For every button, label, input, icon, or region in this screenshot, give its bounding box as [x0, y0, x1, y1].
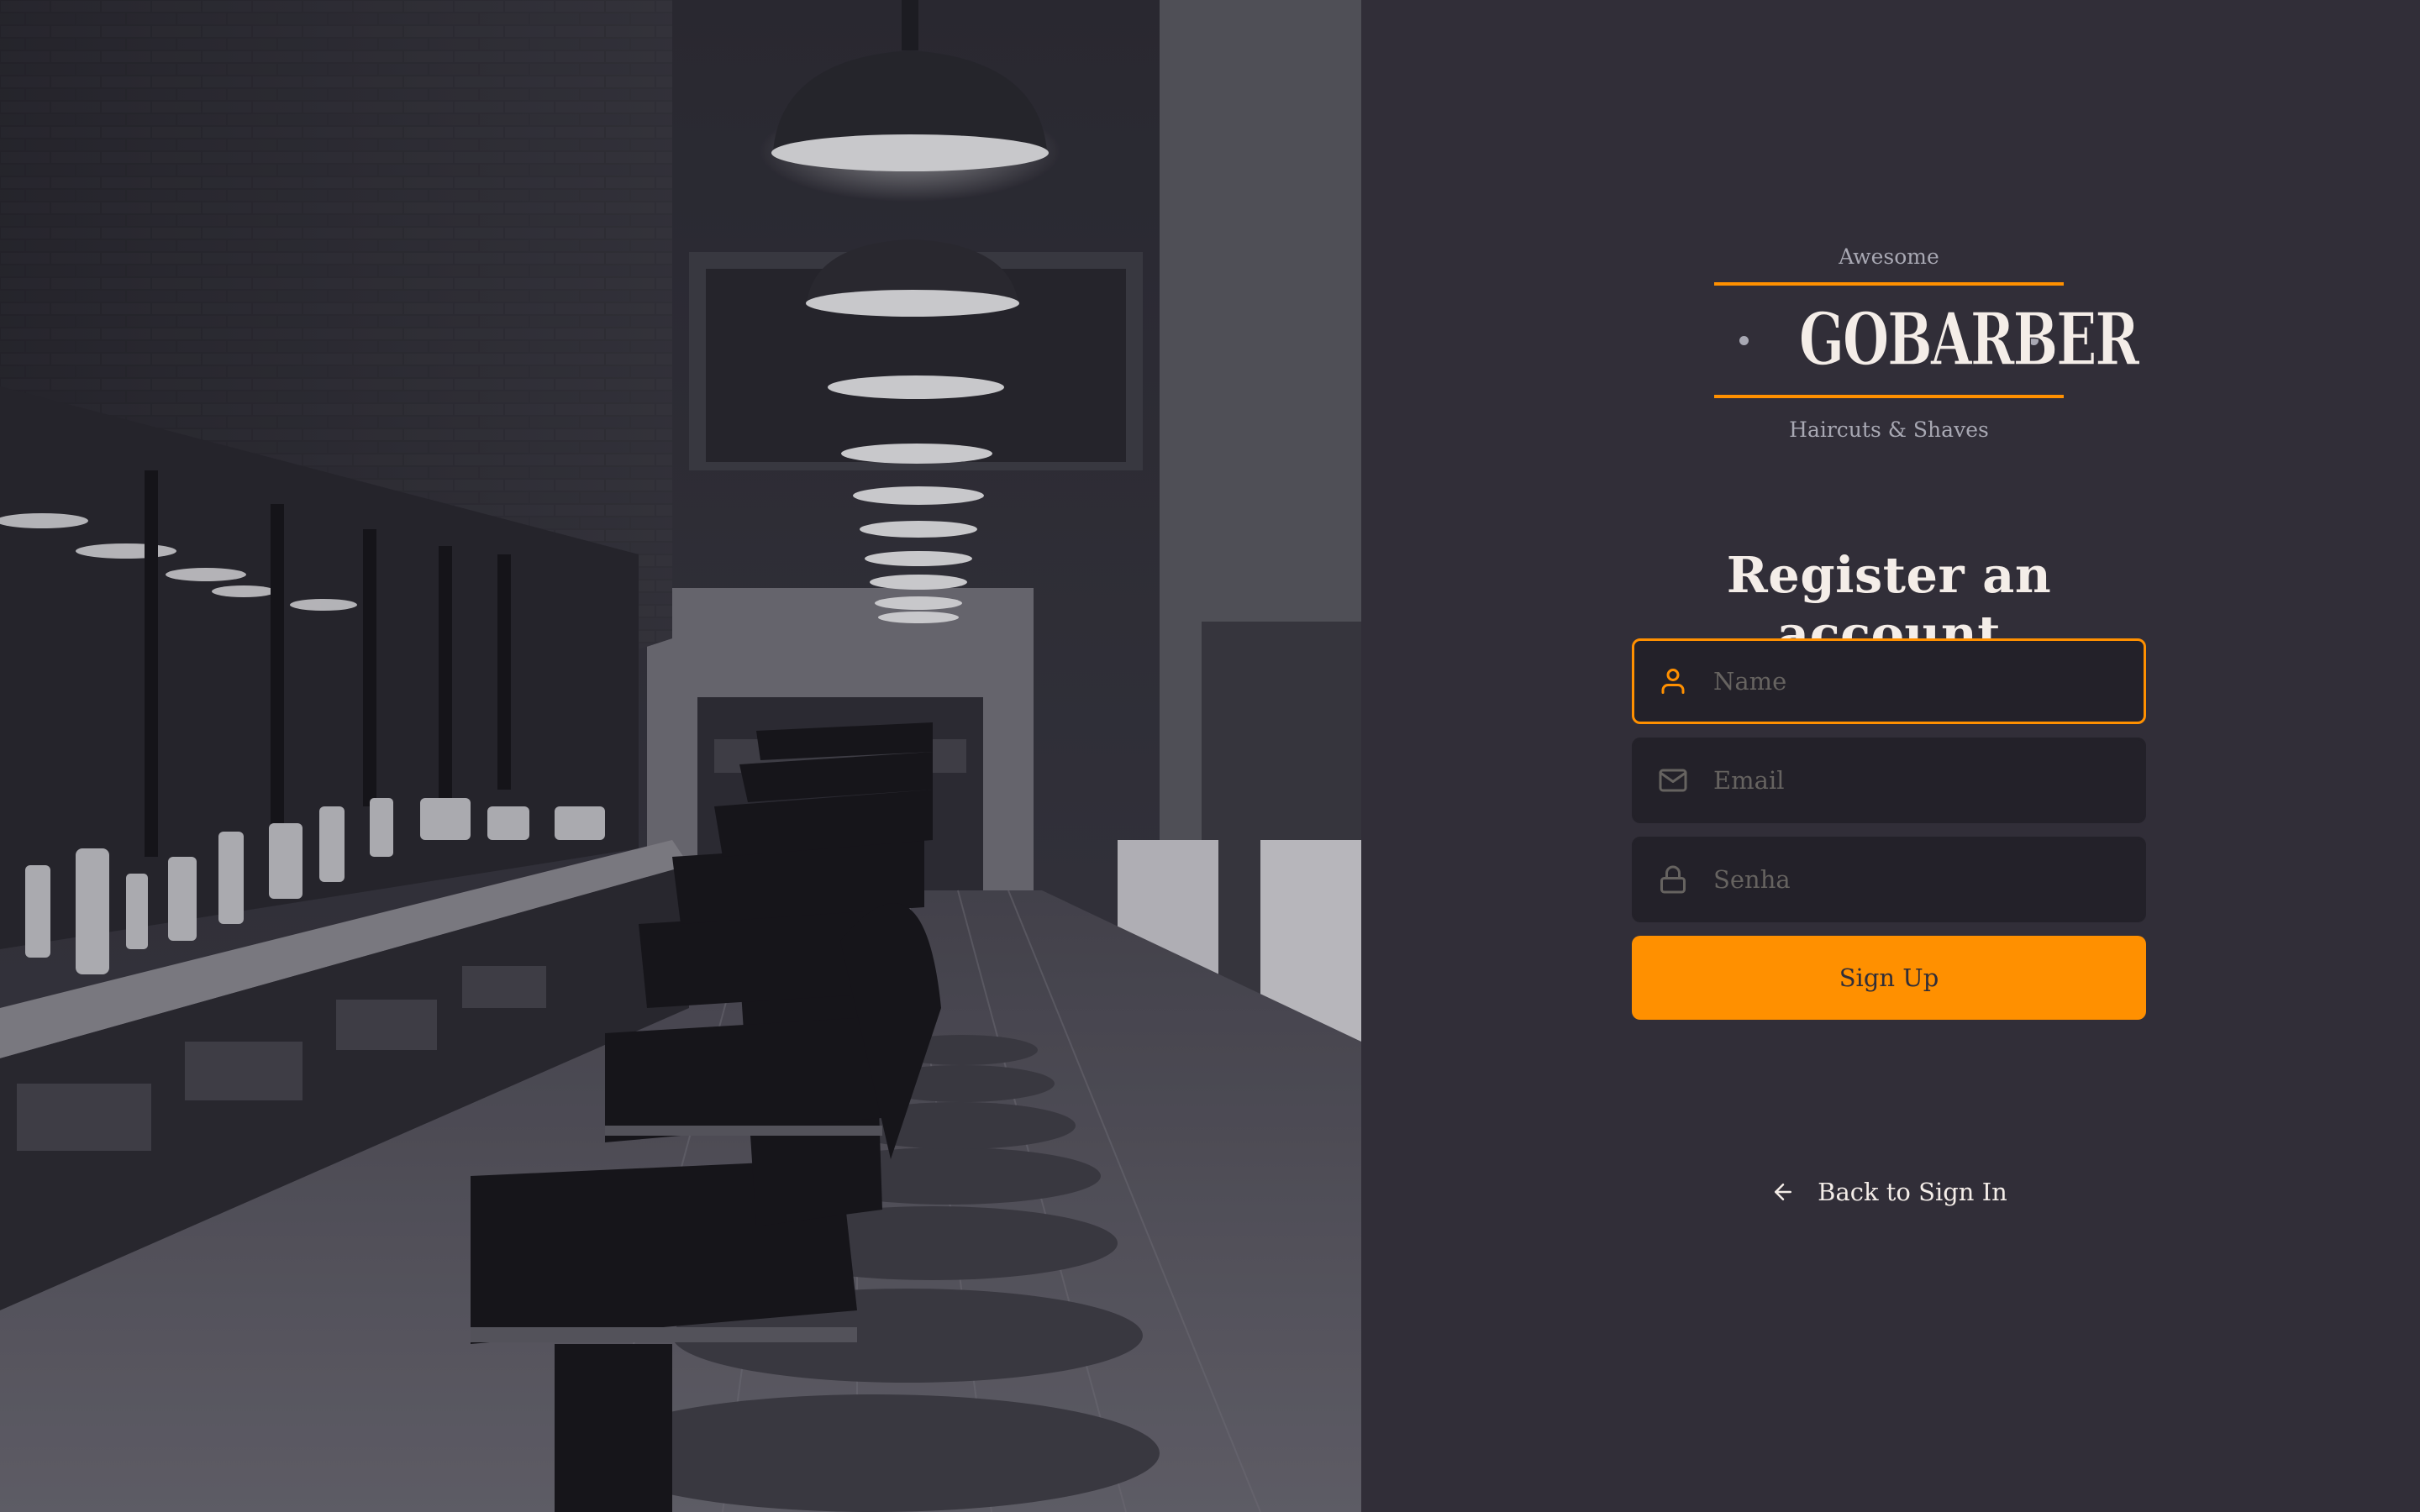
name-input[interactable]: [1713, 666, 2120, 696]
user-icon: [1661, 668, 1685, 694]
back-to-sign-in-link[interactable]: Back to Sign In: [1632, 1178, 2146, 1206]
sign-up-button[interactable]: Sign Up: [1632, 935, 2146, 1020]
register-form: Sign Up: [1632, 638, 2146, 1020]
gobarber-logo: Awesome GOBARBER Haircuts & Shaves: [1632, 244, 2146, 444]
page-title: Register an account: [1726, 546, 2052, 663]
logo-top-text: Awesome: [1839, 244, 1939, 269]
password-field[interactable]: [1632, 836, 2146, 922]
logo-wordmark: GOBARBER: [1798, 297, 2140, 382]
email-input[interactable]: [1713, 765, 2120, 795]
logo-bottom-text: Haircuts & Shaves: [1789, 417, 1989, 442]
form-container: Awesome GOBARBER Haircuts & Shaves Regis…: [1632, 244, 2146, 1206]
email-field[interactable]: [1632, 737, 2146, 823]
logo-wordmark-row: GOBARBER: [1632, 286, 2146, 395]
register-page: Awesome GOBARBER Haircuts & Shaves Regis…: [0, 0, 2420, 1512]
password-input[interactable]: [1713, 864, 2120, 894]
mail-icon: [1659, 769, 1687, 792]
arrow-left-icon: [1775, 1183, 1792, 1200]
name-field[interactable]: [1632, 638, 2146, 724]
logo-dot-left: [1739, 335, 1749, 345]
hero-image: [0, 0, 1361, 1512]
logo-bottom-rule: [1714, 395, 2064, 398]
lock-icon: [1660, 865, 1686, 894]
back-link-label: Back to Sign In: [1818, 1177, 2007, 1206]
form-panel: Awesome GOBARBER Haircuts & Shaves Regis…: [1361, 0, 2420, 1512]
